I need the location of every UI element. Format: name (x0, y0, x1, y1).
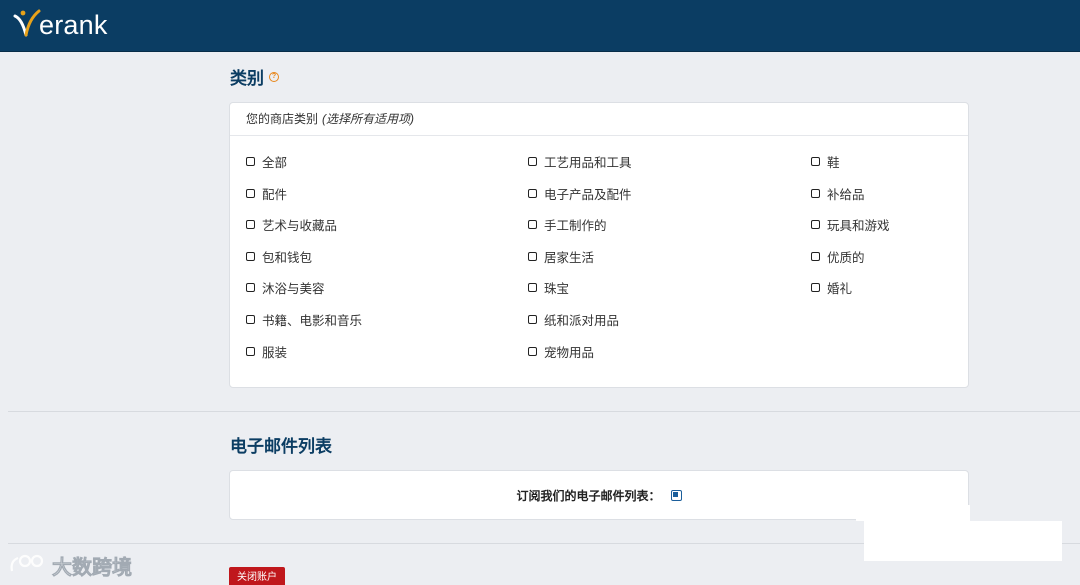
category-option[interactable]: 珠宝 (528, 279, 570, 296)
category-checkbox[interactable] (528, 251, 537, 261)
category-option-label: 补给品 (827, 187, 865, 202)
category-header-hint: (选择所有适用项) (322, 112, 415, 126)
category-option-label: 手工制作的 (544, 218, 607, 233)
category-option[interactable]: 包和钱包 (246, 248, 313, 265)
category-option[interactable]: 鞋 (811, 153, 840, 170)
category-option-label: 配件 (262, 187, 288, 202)
category-option[interactable]: 沐浴与美容 (246, 279, 325, 296)
category-checkbox[interactable] (528, 346, 537, 356)
category-option[interactable]: 玩具和游戏 (811, 216, 890, 233)
category-option[interactable]: 优质的 (811, 248, 865, 265)
category-checkbox[interactable] (246, 219, 255, 229)
category-option-label: 居家生活 (544, 250, 595, 265)
category-checkbox[interactable] (811, 219, 820, 229)
category-option[interactable]: 书籍、电影和音乐 (246, 311, 363, 328)
close-account-button[interactable]: 关闭账户 (229, 567, 285, 585)
category-option-label: 纸和派对用品 (544, 313, 620, 328)
category-option[interactable]: 服装 (246, 343, 288, 360)
category-option-label: 玩具和游戏 (827, 218, 890, 233)
category-option-label: 电子产品及配件 (544, 187, 632, 202)
category-option[interactable]: 工艺用品和工具 (528, 153, 632, 170)
category-option[interactable]: 宠物用品 (528, 343, 595, 360)
category-option[interactable]: 电子产品及配件 (528, 185, 632, 202)
help-icon[interactable]: ? (269, 71, 279, 82)
category-card: 您的商店类别 (选择所有适用项) 全部配件艺术与收藏品 包和钱包沐浴与美容书籍、电影… (229, 102, 969, 388)
watermark: 大数跨境 (8, 550, 132, 580)
category-checkbox[interactable] (246, 188, 255, 198)
category-option-label: 服装 (262, 345, 288, 360)
category-checkbox[interactable] (811, 188, 820, 198)
category-option-label: 优质的 (827, 250, 865, 265)
email-title-text: 电子邮件列表 (230, 437, 332, 456)
category-checkbox[interactable] (246, 156, 255, 166)
category-checkbox[interactable] (246, 282, 255, 292)
watermark-text: 大数跨境 (52, 556, 133, 579)
category-checkbox[interactable] (811, 282, 820, 292)
category-option-label: 包和钱包 (262, 250, 313, 265)
category-option-label: 鞋 (827, 155, 840, 170)
category-option-label: 工艺用品和工具 (544, 155, 632, 170)
category-checkbox[interactable] (246, 251, 255, 261)
category-checkbox[interactable] (528, 188, 537, 198)
logo-text: erank (39, 9, 108, 40)
category-section-title: 类别 ? (230, 64, 279, 89)
category-title-text: 类别 (230, 69, 264, 88)
category-option[interactable]: 艺术与收藏品 (246, 216, 338, 233)
category-option-label: 宠物用品 (544, 345, 595, 360)
erank-logo[interactable]: erank (12, 6, 108, 42)
top-navigation-bar: erank (0, 0, 1080, 52)
category-option-label: 珠宝 (544, 281, 570, 296)
category-option-label: 婚礼 (827, 281, 853, 296)
category-checkbox[interactable] (528, 156, 537, 166)
category-checkbox[interactable] (246, 314, 255, 324)
category-checkbox[interactable] (246, 346, 255, 356)
watermark-logo-icon (10, 554, 44, 572)
category-checkbox[interactable] (811, 251, 820, 261)
category-option[interactable]: 婚礼 (811, 279, 853, 296)
category-option-label: 沐浴与美容 (262, 281, 325, 296)
category-option[interactable]: 配件 (246, 185, 288, 202)
category-option[interactable]: 纸和派对用品 (528, 311, 620, 328)
email-subscribe-checkbox[interactable] (670, 489, 682, 501)
email-section-title: 电子邮件列表 (230, 432, 332, 457)
category-option[interactable]: 居家生活 (528, 248, 595, 265)
overlay-patch (856, 505, 970, 521)
category-card-header: 您的商店类别 (选择所有适用项) (230, 103, 968, 136)
category-checkbox[interactable] (528, 314, 537, 324)
category-option-label: 书籍、电影和音乐 (262, 313, 363, 328)
category-option-label: 全部 (262, 155, 288, 170)
erank-logo-mark (13, 9, 41, 37)
category-option[interactable]: 全部 (246, 153, 288, 170)
section-divider (8, 411, 1080, 412)
category-checkbox[interactable] (811, 156, 820, 166)
category-header-label: 您的商店类别 (246, 112, 319, 126)
category-option[interactable]: 手工制作的 (528, 216, 607, 233)
category-option-label: 艺术与收藏品 (262, 218, 338, 233)
category-checkbox[interactable] (528, 219, 537, 229)
category-option[interactable]: 补给品 (811, 185, 865, 202)
email-subscribe-label: 订阅我们的电子邮件列表： (516, 488, 661, 503)
overlay-patch (864, 521, 1062, 561)
category-checkbox[interactable] (528, 282, 537, 292)
